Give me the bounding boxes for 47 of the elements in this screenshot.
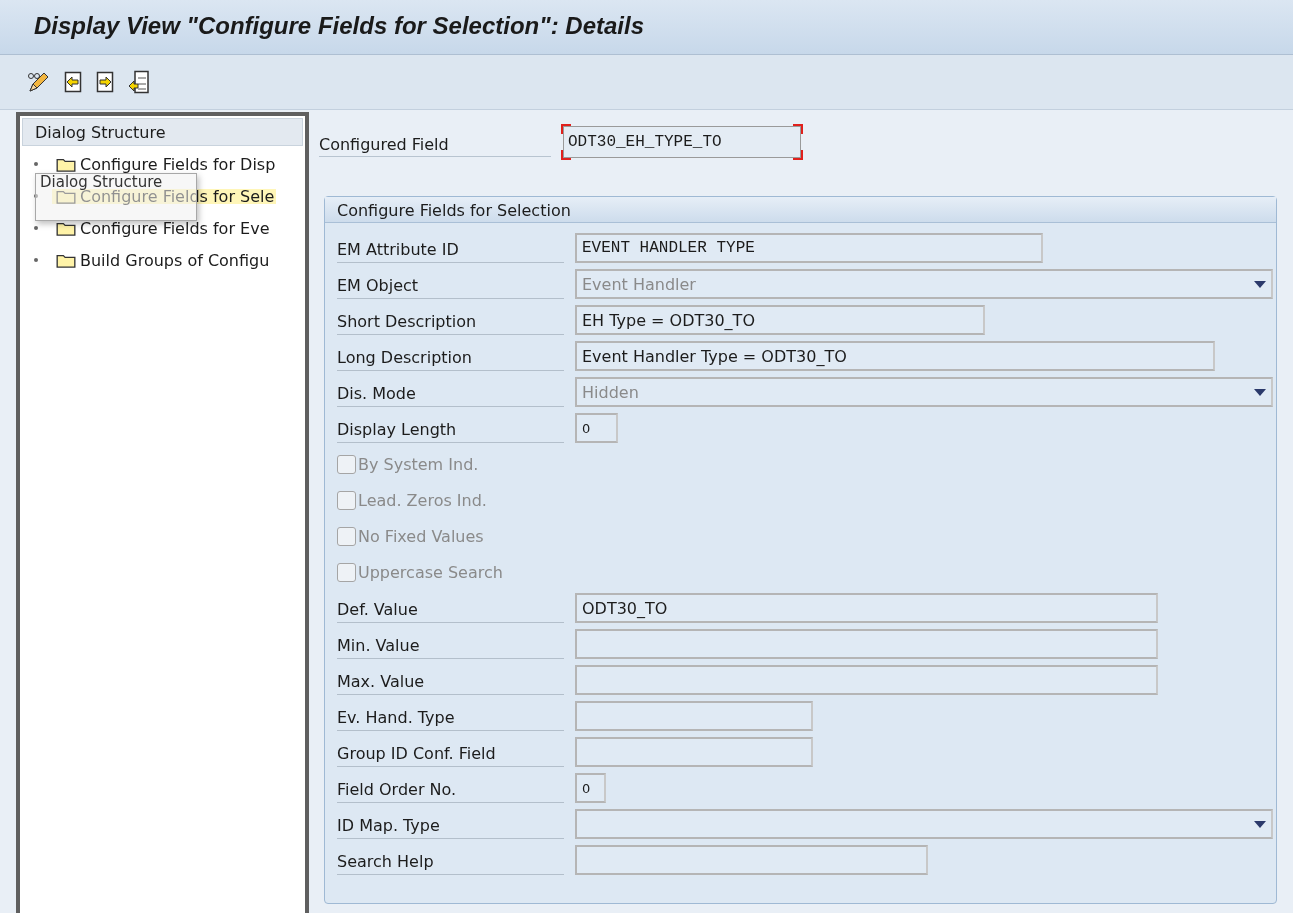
input-field[interactable] — [575, 737, 813, 767]
caret-icon — [1254, 280, 1266, 288]
next-page-icon[interactable] — [96, 71, 114, 93]
field-label: Search Help — [337, 845, 564, 875]
list-arrow-icon[interactable] — [128, 70, 150, 94]
input-field[interactable] — [575, 629, 1158, 659]
input-field[interactable] — [575, 701, 813, 731]
field-label: ID Map. Type — [337, 809, 564, 839]
field-label: Field Order No. — [337, 773, 564, 803]
input-field[interactable]: Event Handler Type = ODT30_TO — [575, 341, 1215, 371]
tree-item[interactable]: Build Groups of Configu — [52, 252, 272, 268]
bullet-icon — [34, 226, 38, 230]
input-field[interactable]: EVENT HANDLER TYPE — [575, 233, 1043, 263]
field-label: EM Object — [337, 269, 564, 299]
input-field[interactable] — [575, 665, 1158, 695]
input-field[interactable]: 0 — [575, 413, 618, 443]
field-label: Configured Field — [319, 127, 551, 157]
caret-icon — [1254, 820, 1266, 828]
group-header: Configure Fields for Selection — [325, 197, 1276, 223]
dropdown[interactable] — [575, 809, 1273, 839]
caret-icon — [1254, 388, 1266, 396]
input-field[interactable]: EH Type = ODT30_TO — [575, 305, 985, 335]
field-label: Ev. Hand. Type — [337, 701, 564, 731]
field-label: Dis. Mode — [337, 377, 564, 407]
field-label: Def. Value — [337, 593, 564, 623]
field-label: Max. Value — [337, 665, 564, 695]
field-label: Group ID Conf. Field — [337, 737, 564, 767]
pencil-icon[interactable] — [26, 71, 50, 93]
bullet-icon — [34, 162, 38, 166]
previous-page-icon[interactable] — [64, 71, 82, 93]
window-title: Display View "Configure Fields for Selection": Details — [34, 12, 645, 40]
field-label: Min. Value — [337, 629, 564, 659]
bullet-icon — [34, 194, 38, 198]
tree-item[interactable]: Configure Fields for Eve — [52, 220, 272, 236]
input-field[interactable]: ODT30_EH_TYPE_TO — [563, 126, 801, 158]
tree-item[interactable]: Configure Fields for Disp — [52, 156, 278, 172]
input-field[interactable] — [575, 845, 928, 875]
field-label: Short Description — [337, 305, 564, 335]
panel-header: Dialog Structure — [22, 118, 303, 146]
input-field[interactable]: ODT30_TO — [575, 593, 1158, 623]
field-label: Display Length — [337, 413, 564, 443]
folder-icon — [56, 188, 76, 204]
input-field[interactable]: 0 — [575, 773, 606, 803]
bullet-icon — [34, 258, 38, 262]
field-label: Long Description — [337, 341, 564, 371]
folder-icon — [56, 252, 76, 268]
field-label: EM Attribute ID — [337, 233, 564, 263]
